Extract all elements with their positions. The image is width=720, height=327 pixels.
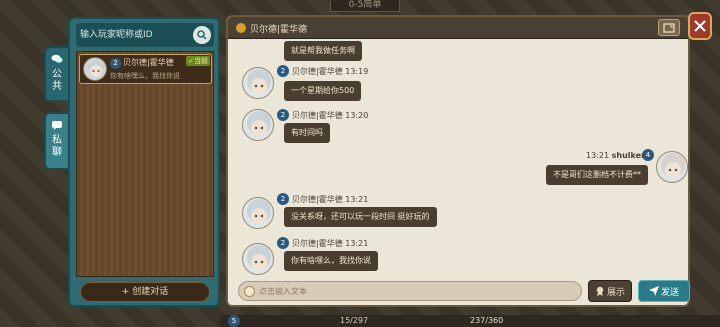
message-bubble: 没关系呀，还可以玩一段时间 挺好玩的 (284, 207, 437, 227)
tab-private-label-1: 私 (52, 135, 62, 146)
level-badge: 2 (277, 237, 289, 249)
sender-name: 贝尔德|霍华德 13:21 (292, 195, 369, 204)
tab-public-label-1: 公 (52, 69, 62, 80)
message-bubble: 一个星期给你500 (284, 81, 362, 101)
sender-name: 13:21 shulker (586, 151, 645, 160)
level-badge: 2 (277, 65, 289, 77)
chat-bubbles-icon (46, 54, 68, 67)
create-conversation-button[interactable]: + 创建对话 (80, 282, 210, 302)
emoji-icon[interactable] (244, 286, 255, 297)
send-button[interactable]: 发送 (638, 280, 690, 302)
current-badge: ✓当前 (186, 56, 210, 66)
message-bubble: 你有啥嘿么，我找你说 (284, 251, 378, 271)
avatar (242, 197, 274, 229)
chat-panel: 贝尔德|霍华德 就是帮我做任务啊 2 贝尔德|霍华德 13:19 一个星期给你5… (226, 15, 690, 307)
chat-header: 贝尔德|霍华德 (228, 17, 688, 39)
level-badge: 2 (277, 109, 289, 121)
show-button-label: 展示 (606, 287, 625, 298)
search-input[interactable] (80, 26, 188, 44)
search-button[interactable] (193, 26, 211, 44)
show-button[interactable]: 展示 (588, 280, 632, 302)
avatar (242, 109, 274, 141)
message-list: 就是帮我做任务啊 2 贝尔德|霍华德 13:19 一个星期给你500 2 贝尔德… (228, 39, 688, 283)
conversation-list-panel: 2 贝尔德|霍华德 ✓当前 你有啥嘿么，我找你说 + 创建对话 (68, 17, 220, 307)
level-badge: 2 (277, 193, 289, 205)
tab-private-label-2: 聊 (52, 147, 62, 158)
search-box (76, 23, 214, 47)
avatar (83, 57, 107, 81)
sender-name: 贝尔德|霍华德 13:21 (292, 239, 369, 248)
expand-button[interactable] (658, 19, 680, 36)
conversation-preview: 你有啥嘿么，我找你说 (110, 72, 180, 80)
conversation-item[interactable]: 2 贝尔德|霍华德 ✓当前 你有啥嘿么，我找你说 (79, 54, 212, 84)
tab-public[interactable]: 公 共 (44, 46, 70, 102)
message-input[interactable] (259, 284, 559, 299)
message-bubble: 有时间吗 (284, 123, 330, 143)
coin-icon (236, 23, 246, 33)
chat-title: 贝尔德|霍华德 (250, 25, 308, 35)
avatar (242, 243, 274, 275)
tab-public-label-2: 共 (52, 81, 62, 92)
level-badge: 2 (110, 58, 121, 69)
conversation-list: 2 贝尔德|霍华德 ✓当前 你有啥嘿么，我找你说 (76, 51, 214, 277)
send-icon (648, 286, 659, 296)
bottom-resource-count: 237/360 (470, 316, 504, 325)
message-bubble: 就是帮我做任务啊 (284, 41, 362, 61)
message-bubble: 不是哥们这删档不计费** (546, 165, 648, 185)
tab-private[interactable]: 私 聊 (44, 112, 70, 170)
close-button[interactable] (688, 12, 712, 40)
expand-icon (663, 22, 675, 33)
send-button-label: 发送 (660, 287, 679, 298)
sender-name: 贝尔德|霍华德 13:20 (292, 111, 369, 120)
avatar (242, 67, 274, 99)
message-input-bar (238, 281, 582, 301)
search-icon (197, 30, 207, 40)
avatar (656, 151, 688, 183)
bottom-page-count: 15/297 (340, 316, 369, 325)
bottom-status-bar: 5 15/297 237/360 (220, 315, 720, 327)
sender-name: 贝尔德|霍华德 13:19 (292, 67, 369, 76)
bottom-level: 5 (228, 315, 240, 327)
private-chat-icon (46, 120, 68, 133)
medal-icon (596, 286, 604, 296)
conversation-name: 贝尔德|霍华德 (123, 58, 174, 67)
close-icon (694, 20, 706, 32)
